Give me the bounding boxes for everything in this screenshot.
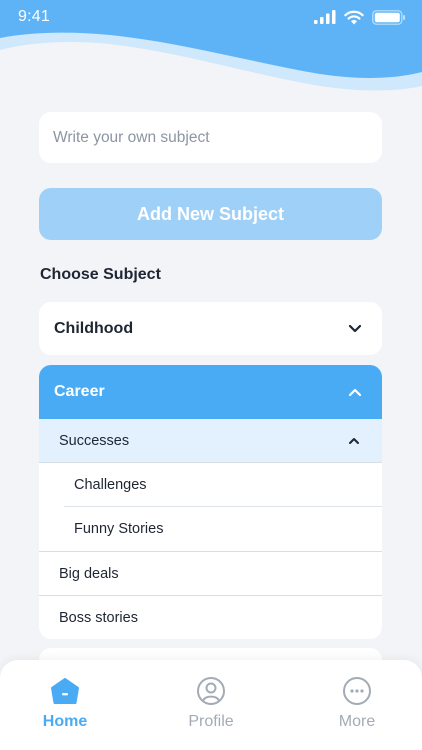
subject-option-label: Boss stories <box>59 609 138 626</box>
subcategory-successes[interactable]: Successes <box>39 419 382 463</box>
subject-option-label: Big deals <box>59 565 119 582</box>
more-icon <box>342 676 372 706</box>
bottom-nav: Home Profile More <box>0 660 422 750</box>
chevron-down-icon <box>348 324 362 333</box>
subject-option-label: Funny Stories <box>74 521 164 537</box>
nav-item-home[interactable]: Home <box>25 660 105 750</box>
subject-accordion-career: Career Successes Challenges Funny Storie… <box>39 365 382 639</box>
subject-option-label: Challenges <box>74 477 147 493</box>
nav-item-more[interactable]: More <box>317 660 397 750</box>
nav-label-profile: Profile <box>188 713 234 730</box>
nav-label-home: Home <box>42 713 88 730</box>
section-title: Choose Subject <box>40 266 161 283</box>
signal-icon <box>314 10 336 24</box>
status-icons <box>314 9 406 25</box>
profile-icon <box>196 676 226 706</box>
status-time: 9:41 <box>18 8 50 25</box>
battery-icon <box>372 9 405 25</box>
nav-item-profile[interactable]: Profile <box>171 660 251 750</box>
subject-option-funny-stories[interactable]: Funny Stories <box>39 507 382 551</box>
home-icon <box>50 676 80 706</box>
subject-option-boss-stories[interactable]: Boss stories <box>39 595 382 639</box>
subcategory-label-successes: Successes <box>59 432 130 449</box>
nav-label-more: More <box>338 713 376 730</box>
subject-label-childhood: Childhood <box>54 319 134 337</box>
chevron-up-icon <box>349 437 359 444</box>
subject-input[interactable] <box>39 112 382 163</box>
add-subject-button[interactable]: Add New Subject <box>39 188 382 240</box>
subject-card-childhood[interactable]: Childhood <box>39 302 382 355</box>
subject-option-big-deals[interactable]: Big deals <box>39 551 382 595</box>
status-bar: 9:41 <box>0 0 422 34</box>
subject-card-career[interactable]: Career <box>39 365 382 419</box>
chevron-up-icon <box>348 388 362 396</box>
subject-label-career: Career <box>54 383 105 400</box>
wifi-icon <box>344 10 364 24</box>
subject-option-challenges[interactable]: Challenges <box>39 463 382 507</box>
